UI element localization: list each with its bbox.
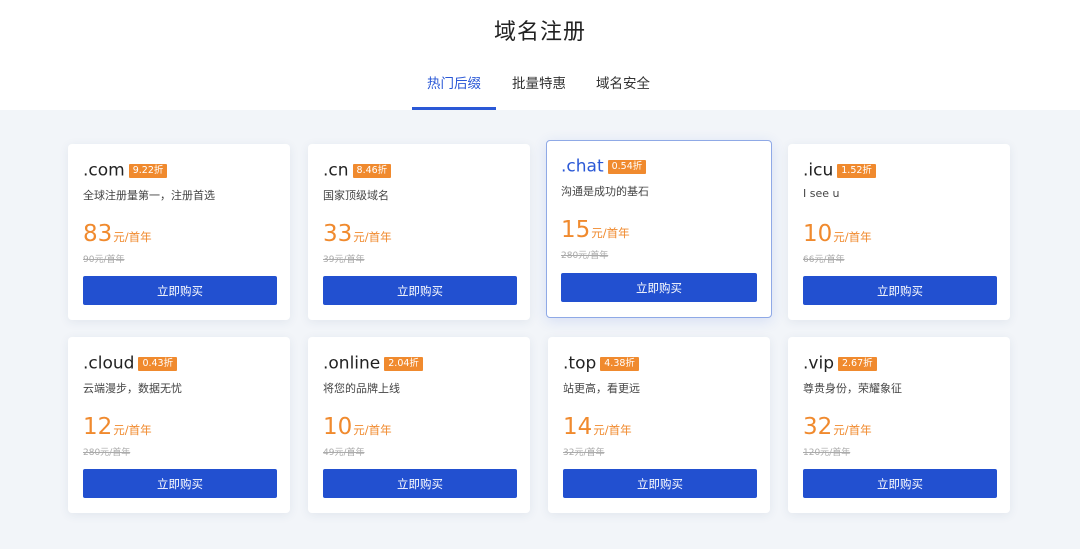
original-price: 90元/首年 bbox=[83, 255, 125, 265]
domain-card-icu: .icu 1.52折 I see u 10元/首年 66元/首年 立即购买 bbox=[788, 144, 1010, 320]
domain-description: 尊贵身份，荣耀象征 bbox=[803, 382, 902, 395]
price: 83 bbox=[83, 221, 113, 247]
discount-badge: 2.67折 bbox=[837, 356, 877, 371]
domain-card-com: .com 9.22折 全球注册量第一，注册首选 83元/首年 90元/首年 立即购… bbox=[68, 144, 290, 320]
price-unit: 元/首年 bbox=[591, 226, 630, 240]
domain-description: 国家顶级域名 bbox=[323, 189, 389, 202]
domain-name: .cn bbox=[323, 160, 349, 181]
domain-description: 全球注册量第一，注册首选 bbox=[83, 189, 215, 202]
buy-now-button[interactable]: 立即购买 bbox=[83, 469, 277, 498]
discount-badge: 9.22折 bbox=[128, 163, 168, 178]
page-title: 域名注册 bbox=[493, 20, 586, 45]
tab-bar: 热门后缀 批量特惠 域名安全 bbox=[0, 76, 1080, 110]
discount-badge: 0.54折 bbox=[607, 159, 647, 174]
buy-now-button[interactable]: 立即购买 bbox=[803, 469, 997, 498]
domain-card-cloud: .cloud 0.43折 云端漫步，数据无忧 12元/首年 280元/首年 立即购… bbox=[68, 337, 290, 513]
domain-description: 沟通是成功的基石 bbox=[561, 185, 649, 198]
header: 域名注册 热门后缀 批量特惠 域名安全 bbox=[0, 0, 1080, 110]
domain-card-top: .top 4.38折 站更高，看更远 14元/首年 32元/首年 立即购买 bbox=[548, 337, 770, 513]
domain-card-vip: .vip 2.67折 尊贵身份，荣耀象征 32元/首年 120元/首年 立即购买 bbox=[788, 337, 1010, 513]
domain-card-chat: .chat 0.54折 沟通是成功的基石 15元/首年 280元/首年 立即购买 bbox=[546, 140, 772, 318]
price: 15 bbox=[561, 217, 591, 243]
domain-description: 云端漫步，数据无忧 bbox=[83, 382, 182, 395]
domain-name: .vip bbox=[803, 353, 834, 374]
discount-badge: 0.43折 bbox=[138, 356, 178, 371]
domain-name: .icu bbox=[803, 160, 834, 181]
tab-bulk-deals[interactable]: 批量特惠 bbox=[508, 76, 570, 110]
original-price: 39元/首年 bbox=[323, 255, 365, 265]
domain-name: .online bbox=[323, 353, 381, 374]
tab-hot-suffix[interactable]: 热门后缀 bbox=[412, 76, 496, 110]
price-unit: 元/首年 bbox=[353, 230, 392, 244]
discount-badge: 1.52折 bbox=[837, 163, 876, 178]
price: 33 bbox=[323, 221, 353, 247]
price-unit: 元/首年 bbox=[833, 230, 872, 244]
buy-now-button[interactable]: 立即购买 bbox=[323, 469, 517, 498]
price-unit: 元/首年 bbox=[113, 230, 152, 244]
price: 10 bbox=[803, 221, 833, 247]
discount-badge: 4.38折 bbox=[600, 356, 639, 371]
discount-badge: 8.46折 bbox=[352, 163, 392, 178]
tab-domain-security[interactable]: 域名安全 bbox=[592, 76, 654, 110]
domain-name: .com bbox=[83, 160, 125, 181]
domain-name: .cloud bbox=[83, 353, 135, 374]
domain-description: I see u bbox=[803, 187, 840, 200]
buy-now-button[interactable]: 立即购买 bbox=[563, 469, 757, 498]
buy-now-button[interactable]: 立即购买 bbox=[323, 276, 517, 305]
original-price: 120元/首年 bbox=[803, 448, 851, 458]
domain-name: .chat bbox=[561, 156, 604, 177]
price-unit: 元/首年 bbox=[833, 423, 872, 437]
price-unit: 元/首年 bbox=[593, 423, 632, 437]
original-price: 66元/首年 bbox=[803, 255, 845, 265]
original-price: 280元/首年 bbox=[561, 251, 609, 261]
price: 10 bbox=[323, 414, 353, 440]
original-price: 49元/首年 bbox=[323, 448, 365, 458]
price-unit: 元/首年 bbox=[353, 423, 392, 437]
price: 32 bbox=[803, 414, 833, 440]
buy-now-button[interactable]: 立即购买 bbox=[803, 276, 997, 305]
domain-card-online: .online 2.04折 将您的品牌上线 10元/首年 49元/首年 立即购买 bbox=[308, 337, 530, 513]
original-price: 32元/首年 bbox=[563, 448, 605, 458]
domain-card-cn: .cn 8.46折 国家顶级域名 33元/首年 39元/首年 立即购买 bbox=[308, 144, 530, 320]
domain-description: 站更高，看更远 bbox=[563, 382, 640, 395]
price: 12 bbox=[83, 414, 113, 440]
domain-description: 将您的品牌上线 bbox=[323, 382, 400, 395]
discount-badge: 2.04折 bbox=[384, 356, 423, 371]
original-price: 280元/首年 bbox=[83, 448, 131, 458]
domain-name: .top bbox=[563, 353, 597, 374]
price: 14 bbox=[563, 414, 593, 440]
buy-now-button[interactable]: 立即购买 bbox=[561, 273, 757, 302]
price-unit: 元/首年 bbox=[113, 423, 152, 437]
buy-now-button[interactable]: 立即购买 bbox=[83, 276, 277, 305]
